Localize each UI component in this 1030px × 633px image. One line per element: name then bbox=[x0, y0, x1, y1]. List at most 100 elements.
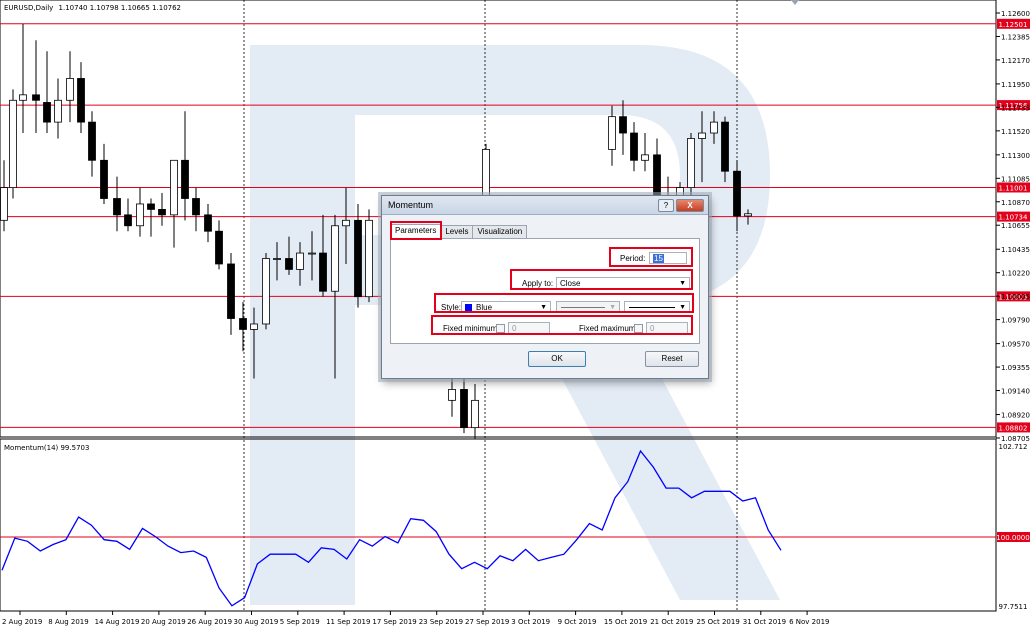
bear-candle bbox=[77, 78, 85, 123]
price-axis-label: 1.12385 bbox=[1001, 33, 1030, 41]
bull-candle bbox=[170, 159, 178, 216]
price-axis-label: 1.08705 bbox=[1001, 435, 1030, 443]
date-label: 15 Oct 2019 bbox=[604, 618, 647, 626]
bull-candle bbox=[19, 94, 27, 101]
price-axis-label: 1.11735 bbox=[1001, 104, 1030, 112]
momentum-level-tag: 100.0000 bbox=[996, 532, 1030, 542]
chevron-down-icon: ▼ bbox=[679, 304, 686, 311]
bull-candle bbox=[698, 132, 706, 139]
momentum-dialog[interactable]: Momentum ? X Parameters Levels Visualizati… bbox=[381, 195, 709, 379]
bear-candle bbox=[285, 258, 293, 270]
bear-candle bbox=[158, 209, 166, 216]
price-axis-label: 1.11520 bbox=[1001, 128, 1030, 136]
style-color-select[interactable]: Blue ▼ bbox=[461, 301, 551, 313]
bull-candle bbox=[744, 213, 752, 217]
bear-candle bbox=[319, 252, 327, 292]
date-label: 9 Oct 2019 bbox=[558, 618, 597, 626]
dialog-tabs: Parameters Levels Visualization bbox=[390, 224, 528, 238]
price-axis-label: 1.08920 bbox=[1001, 412, 1030, 420]
ok-button[interactable]: OK bbox=[528, 351, 586, 367]
color-swatch bbox=[465, 304, 472, 312]
bear-candle bbox=[460, 389, 468, 429]
close-button[interactable]: X bbox=[676, 199, 704, 212]
date-label: 23 Sep 2019 bbox=[419, 618, 463, 626]
date-label: 2 Aug 2019 bbox=[2, 618, 42, 626]
reset-button[interactable]: Reset bbox=[645, 351, 699, 367]
date-label: 11 Sep 2019 bbox=[326, 618, 370, 626]
date-label: 25 Oct 2019 bbox=[697, 618, 740, 626]
price-axis-label: 1.10435 bbox=[1001, 246, 1030, 254]
bear-candle bbox=[32, 94, 40, 101]
line-style-select[interactable]: ▼ bbox=[556, 301, 620, 313]
price-axis-label: 1.09790 bbox=[1001, 317, 1030, 325]
price-axis-label: 1.11950 bbox=[1001, 81, 1030, 89]
date-label: 17 Sep 2019 bbox=[372, 618, 416, 626]
bull-candle bbox=[273, 258, 281, 260]
bull-candle bbox=[308, 252, 316, 255]
price-axis-label: 1.10655 bbox=[1001, 222, 1030, 230]
tab-levels[interactable]: Levels bbox=[440, 225, 474, 238]
bull-candle bbox=[710, 121, 718, 134]
bear-candle bbox=[204, 214, 212, 232]
bear-candle bbox=[721, 121, 729, 172]
bull-candle bbox=[471, 399, 479, 429]
date-label: 8 Aug 2019 bbox=[48, 618, 88, 626]
tab-parameters[interactable]: Parameters bbox=[390, 224, 442, 238]
bear-candle bbox=[43, 102, 51, 123]
bear-candle bbox=[113, 198, 121, 216]
bear-candle bbox=[147, 203, 155, 210]
bear-candle bbox=[88, 121, 96, 161]
price-axis-label: 1.09355 bbox=[1001, 364, 1030, 372]
period-input[interactable]: 15 bbox=[649, 252, 687, 264]
price-axis-label: 1.09570 bbox=[1001, 341, 1030, 349]
dialog-title: Momentum bbox=[388, 200, 434, 210]
level-label: 1.11001 bbox=[999, 184, 1028, 192]
bull-candle bbox=[136, 203, 144, 227]
bear-candle bbox=[181, 159, 189, 199]
bull-candle bbox=[296, 252, 304, 270]
fixed-maximum-input[interactable]: 0 bbox=[646, 322, 688, 334]
date-label: 6 Nov 2019 bbox=[789, 618, 829, 626]
symbol-header: EURUSD,Daily 1.10740 1.10798 1.10665 1.1… bbox=[4, 4, 181, 12]
bull-candle bbox=[687, 138, 695, 188]
bull-candle bbox=[250, 323, 258, 330]
bull-candle bbox=[9, 99, 17, 188]
svg-text:100.0000: 100.0000 bbox=[996, 534, 1029, 542]
price-axis-label: 1.12170 bbox=[1001, 57, 1030, 65]
bull-candle bbox=[262, 258, 270, 325]
fixed-minimum-checkbox[interactable] bbox=[496, 324, 505, 333]
style-label: Style: bbox=[441, 303, 462, 312]
date-label: 31 Oct 2019 bbox=[743, 618, 786, 626]
date-label: 27 Sep 2019 bbox=[465, 618, 509, 626]
indicator-header: Momentum(14) 99.5703 bbox=[4, 444, 89, 452]
line-style-preview bbox=[561, 307, 605, 308]
level-label: 1.08802 bbox=[999, 424, 1028, 432]
bull-candle bbox=[448, 389, 456, 401]
bull-candle bbox=[331, 225, 339, 292]
line-width-preview bbox=[629, 307, 675, 308]
momentum-axis-top: 102.712 bbox=[999, 443, 1028, 451]
price-axis-label: 1.11085 bbox=[1001, 175, 1030, 183]
bull-candle bbox=[641, 154, 649, 161]
bull-candle bbox=[365, 219, 373, 298]
bull-candle bbox=[0, 187, 8, 221]
dialog-titlebar[interactable]: Momentum ? X bbox=[382, 196, 708, 215]
help-button[interactable]: ? bbox=[658, 199, 674, 212]
momentum-axis-bottom: 97.7511 bbox=[999, 603, 1028, 611]
fixed-maximum-label: Fixed maximum bbox=[579, 324, 636, 333]
date-label: 3 Oct 2019 bbox=[511, 618, 550, 626]
apply-to-label: Apply to: bbox=[522, 279, 554, 288]
apply-to-select[interactable]: Close ▼ bbox=[556, 277, 690, 289]
line-width-select[interactable]: ▼ bbox=[624, 301, 690, 313]
fixed-maximum-checkbox[interactable] bbox=[634, 324, 643, 333]
price-axis-label: 1.10870 bbox=[1001, 199, 1030, 207]
chevron-down-icon: ▼ bbox=[679, 280, 686, 287]
bear-candle bbox=[100, 159, 108, 199]
tab-visualization[interactable]: Visualization bbox=[472, 225, 528, 238]
fixed-minimum-input[interactable]: 0 bbox=[508, 322, 550, 334]
parameters-panel: Period: 15 Apply to: Close ▼ Style: Blue ▼… bbox=[390, 238, 700, 344]
date-label: 5 Sep 2019 bbox=[280, 618, 320, 626]
date-label: 20 Aug 2019 bbox=[141, 618, 186, 626]
bull-candle bbox=[342, 219, 350, 227]
bear-candle bbox=[227, 263, 235, 319]
